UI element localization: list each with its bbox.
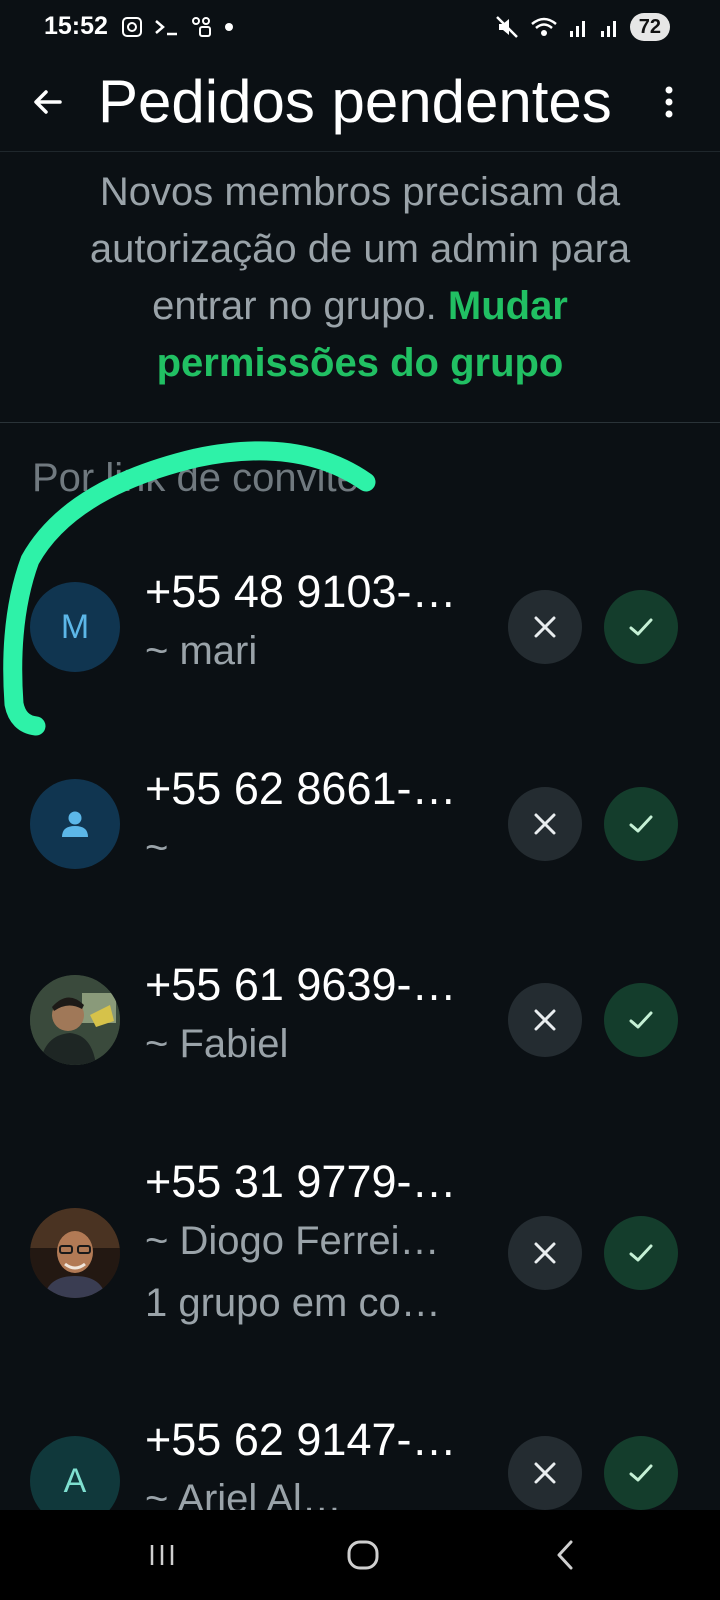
check-icon <box>629 815 653 833</box>
avatar <box>30 779 120 869</box>
accept-button[interactable] <box>604 1216 678 1290</box>
system-nav-bar <box>0 1510 720 1600</box>
recent-apps-icon <box>150 1545 174 1565</box>
request-row[interactable]: A +55 62 9147-… ~ Ariel Al… <box>0 1408 720 1510</box>
terminal-icon <box>155 20 177 36</box>
status-icons-right: 72 <box>494 10 670 44</box>
battery-badge: 72 <box>629 13 670 41</box>
home-button[interactable] <box>333 1530 393 1580</box>
request-row[interactable]: +55 62 8661-… ~ <box>0 757 720 917</box>
close-icon <box>534 1462 556 1484</box>
divider <box>0 422 720 423</box>
home-icon <box>347 1540 379 1570</box>
reject-button[interactable] <box>508 1216 582 1290</box>
request-row[interactable]: +55 31 9779-… ~ Diogo Ferrei… 1 grupo em… <box>0 1150 720 1370</box>
avatar-letter: A <box>63 1461 87 1500</box>
accept-button[interactable] <box>604 787 678 861</box>
profile-photo-icon <box>30 1208 120 1298</box>
request-row[interactable]: M +55 48 9103-… ~ mari <box>0 560 720 720</box>
request-phone: +55 61 9639-… <box>145 959 457 1010</box>
avatar-photo <box>30 1208 120 1298</box>
request-phone: +55 62 8661-… <box>145 763 457 814</box>
screenshot-icon <box>122 17 142 37</box>
signal-icon <box>600 21 616 37</box>
accept-button[interactable] <box>604 983 678 1057</box>
request-name: ~ Ariel Al… <box>145 1477 342 1510</box>
accept-button[interactable] <box>604 590 678 664</box>
reject-button[interactable] <box>508 983 582 1057</box>
request-name: ~ mari <box>145 629 258 673</box>
nav-back-icon <box>557 1540 573 1570</box>
avatar: M <box>30 582 120 672</box>
status-bar: 15:52 72 <box>0 0 720 52</box>
mute-icon <box>495 16 518 38</box>
recent-apps-button[interactable] <box>132 1530 192 1580</box>
nav-back-button[interactable] <box>536 1530 596 1580</box>
app-bar: Pedidos pendentes <box>0 52 720 152</box>
close-icon <box>534 1009 556 1031</box>
wifi-icon <box>530 17 557 36</box>
reject-button[interactable] <box>508 787 582 861</box>
check-icon <box>629 1011 653 1029</box>
status-icons-left <box>120 10 235 44</box>
accept-button[interactable] <box>604 1436 678 1510</box>
close-icon <box>534 616 556 638</box>
check-icon <box>629 1244 653 1262</box>
dot-icon <box>225 23 233 31</box>
person-icon <box>62 811 88 837</box>
check-icon <box>629 1464 653 1482</box>
common-groups: 1 grupo em co… <box>145 1281 441 1325</box>
status-time: 15:52 <box>44 12 108 40</box>
more-options-button[interactable] <box>656 80 682 124</box>
reject-button[interactable] <box>508 1436 582 1510</box>
request-row[interactable]: +55 61 9639-… ~ Fabiel <box>0 953 720 1113</box>
profile-photo-icon <box>30 975 120 1065</box>
request-phone: +55 48 9103-… <box>145 566 457 617</box>
check-icon <box>629 618 653 636</box>
request-phone: +55 62 9147-… <box>145 1414 457 1465</box>
page-title: Pedidos pendentes <box>98 68 612 135</box>
link-app-icon <box>192 17 211 37</box>
back-button[interactable] <box>22 76 74 128</box>
avatar-letter: M <box>60 607 90 646</box>
info-text: Novos membros precisam da autorização de… <box>40 164 680 392</box>
request-phone: +55 31 9779-… <box>145 1156 457 1207</box>
more-vertical-icon <box>665 86 673 118</box>
request-name: ~ Diogo Ferrei… <box>145 1219 440 1263</box>
request-name: ~ Fabiel <box>145 1022 289 1066</box>
reject-button[interactable] <box>508 590 582 664</box>
close-icon <box>534 813 556 835</box>
section-label: Por link de convite <box>32 456 359 500</box>
close-icon <box>534 1242 556 1264</box>
signal-icon <box>569 21 585 37</box>
request-name: ~ <box>145 826 169 870</box>
arrow-left-icon <box>34 90 62 114</box>
avatar-photo <box>30 975 120 1065</box>
avatar: A <box>30 1436 120 1510</box>
